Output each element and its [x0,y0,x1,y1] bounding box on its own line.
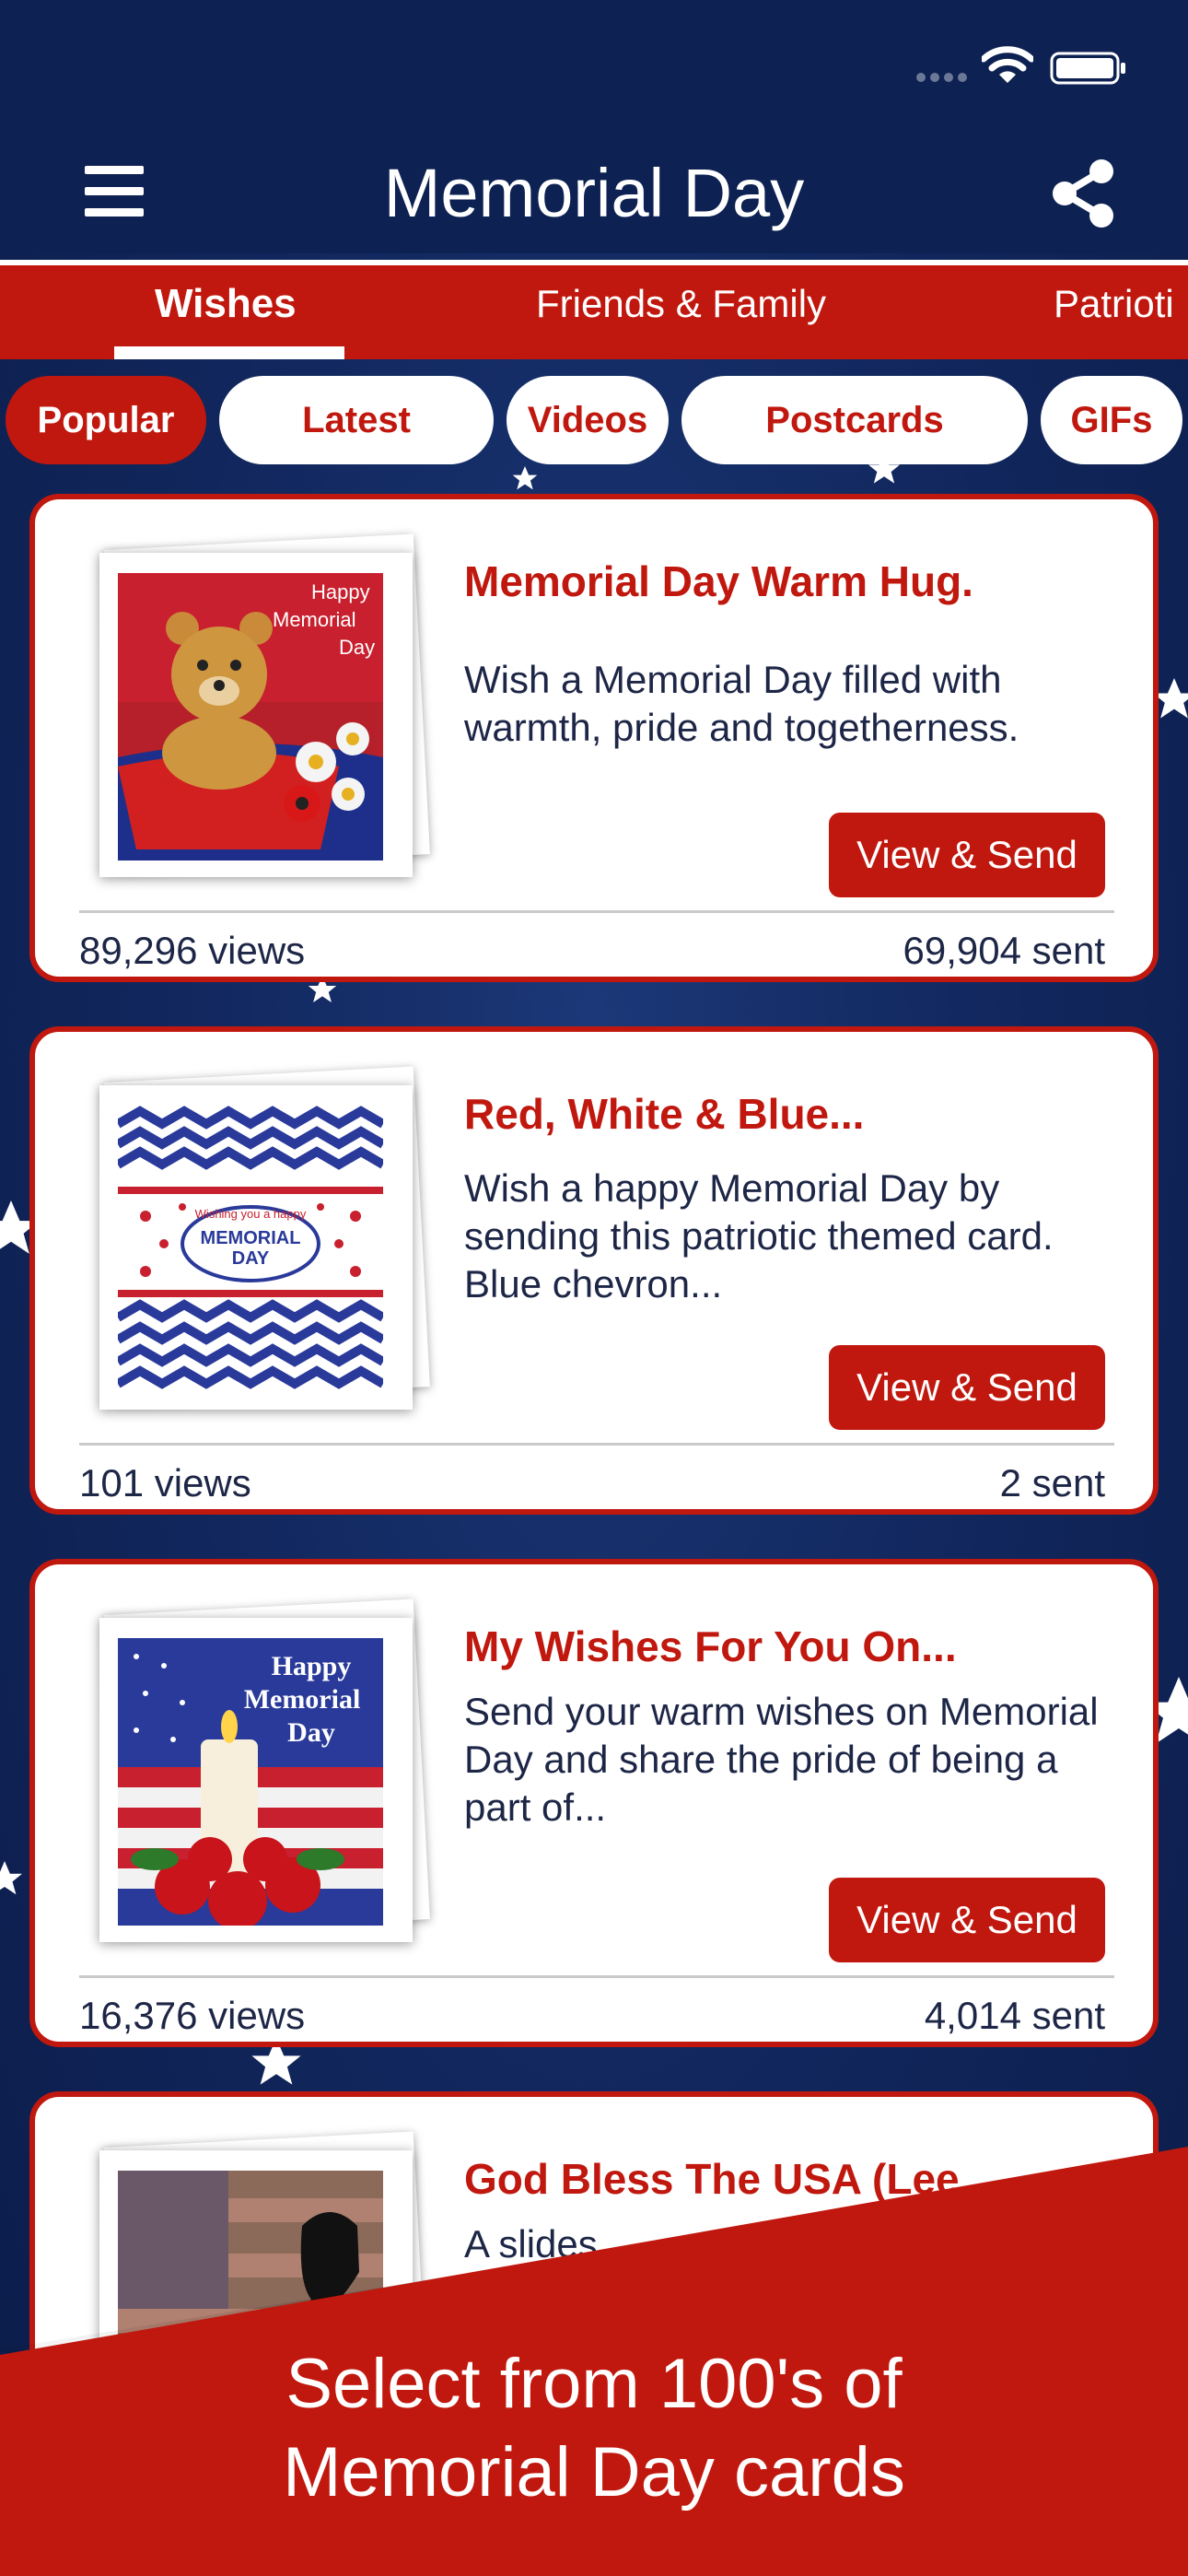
views-count: 89,296 views [79,929,306,972]
active-tab-indicator [114,346,344,359]
svg-text:Wishing you a happy: Wishing you a happy [195,1207,307,1221]
svg-text:DAY: DAY [232,1248,270,1269]
svg-text:Day: Day [339,636,375,659]
card-description: Wish a happy Memorial Day by sending thi… [464,1166,1054,1306]
chevron-card-image: Wishing you a happy MEMORIAL DAY [118,1106,383,1393]
card-item[interactable]: Happy Memorial Day Memorial Day Warm Hug… [29,494,1159,982]
wifi-icon [982,46,1033,83]
sent-count: 4,014 sent [924,1994,1105,2037]
battery-icon [1050,52,1125,85]
promo-line-2: Memorial Day cards [283,2433,905,2512]
svg-text:Day: Day [287,1717,335,1748]
view-send-button[interactable]: View & Send [829,1878,1105,1962]
card-title[interactable]: Memorial Day Warm Hug. [464,556,973,606]
views-count: 16,376 views [79,1994,306,2037]
card-thumbnail[interactable]: Happy Memorial Day [90,533,440,886]
card-title[interactable]: Red, White & Blue... [464,1089,864,1139]
card-item[interactable]: Happy Memorial Day My Wishes For You On.… [29,1559,1159,2047]
status-bar [0,0,1188,138]
divider [79,1975,1114,1978]
promo-line-1: Select from 100's of [285,2345,903,2423]
svg-text:Memorial: Memorial [273,608,355,631]
filter-gifs[interactable]: GIFs [1041,376,1182,464]
card-title[interactable]: My Wishes For You On... [464,1622,957,1671]
sent-count: 69,904 sent [903,929,1105,972]
view-send-button[interactable]: View & Send [829,1345,1105,1430]
filter-popular[interactable]: Popular [6,376,206,464]
filter-postcards[interactable]: Postcards [681,376,1028,464]
tab-patriotic[interactable]: Patrioti [1054,260,1174,359]
page-title: Memorial Day [383,155,805,231]
card-item[interactable]: Wishing you a happy MEMORIAL DAY Red, Wh… [29,1026,1159,1515]
card-thumbnail[interactable]: Happy Memorial Day [90,1598,440,1951]
card-description: Wish a Memorial Day filled with warmth, … [464,658,1019,749]
card-description: Send your warm wishes on Memorial Day an… [464,1690,1099,1829]
promo-text: Select from 100's of Memorial Day cards [0,2340,1188,2517]
svg-text:MEMORIAL: MEMORIAL [201,1228,301,1248]
divider [79,1443,1114,1446]
svg-text:Happy: Happy [311,580,370,603]
tab-friends-family[interactable]: Friends & Family [536,260,826,359]
svg-text:Memorial: Memorial [244,1684,361,1715]
svg-text:Happy: Happy [272,1651,352,1681]
sent-count: 2 sent [999,1461,1105,1505]
divider [79,910,1114,913]
filter-latest[interactable]: Latest [219,376,494,464]
candle-flag-card-image: Happy Memorial Day [118,1638,383,1926]
view-send-button[interactable]: View & Send [829,813,1105,897]
card-thumbnail[interactable]: Wishing you a happy MEMORIAL DAY [90,1066,440,1419]
signal-dots-icon [916,73,967,82]
tab-wishes[interactable]: Wishes [155,260,297,359]
screen: Memorial Day Wishes Friends & Family Pat… [0,0,1188,2576]
filter-videos[interactable]: Videos [507,376,669,464]
share-icon[interactable] [1046,157,1120,230]
teddy-bear-card-image: Happy Memorial Day [118,573,383,861]
views-count: 101 views [79,1461,251,1505]
